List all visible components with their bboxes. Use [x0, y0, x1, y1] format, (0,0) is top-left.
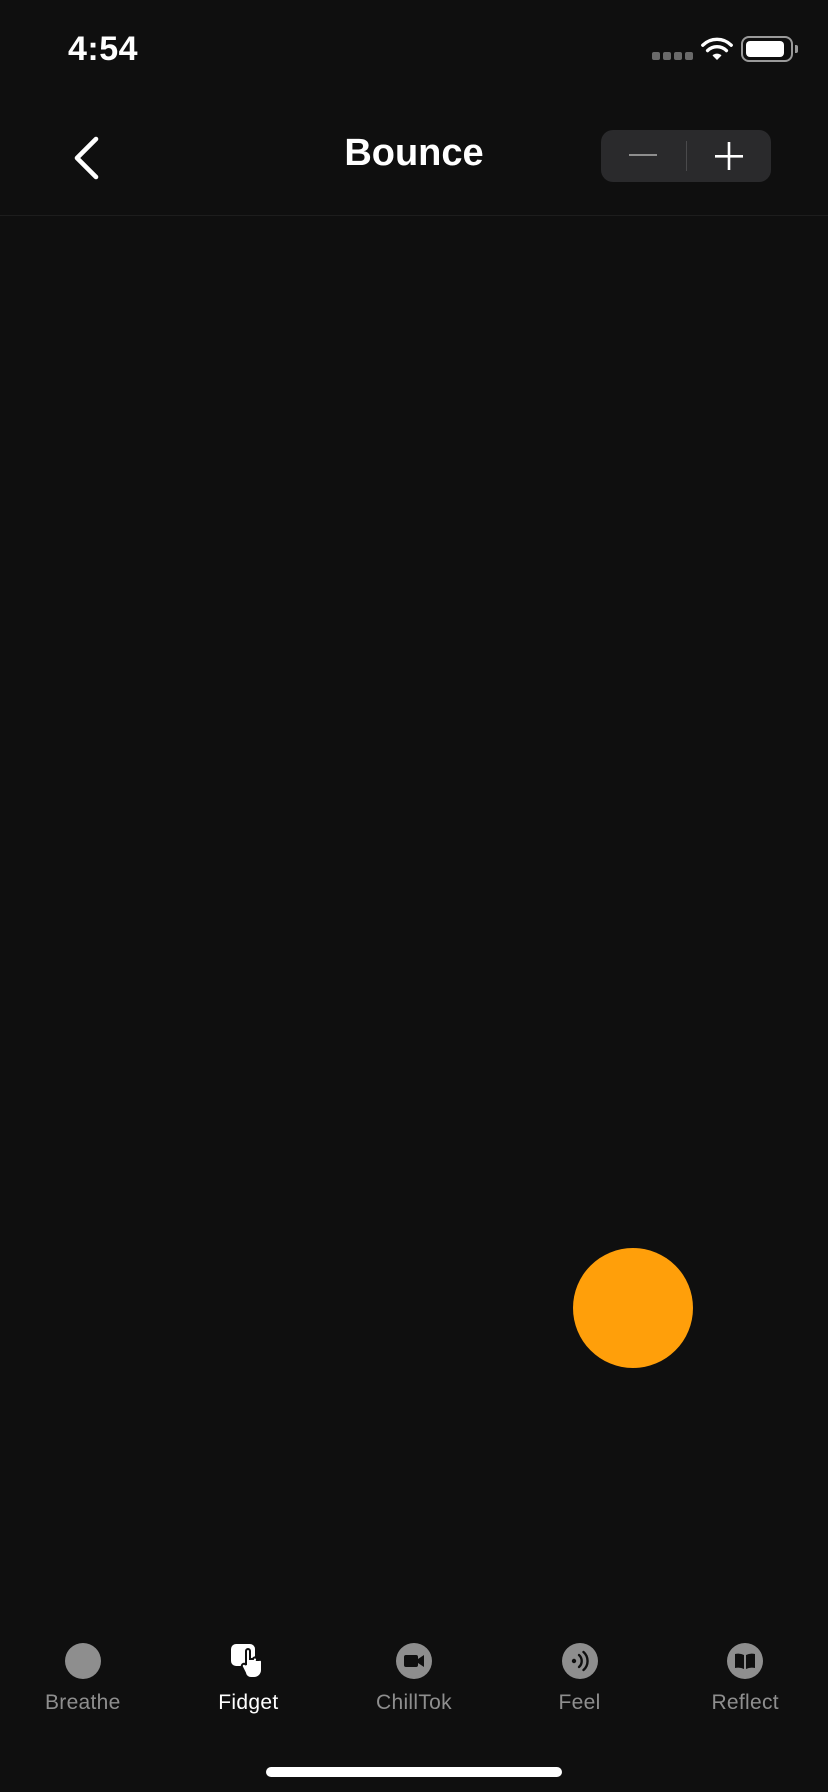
book-icon: [726, 1642, 764, 1680]
tab-breathe[interactable]: Breathe: [0, 1626, 166, 1736]
plus-icon: [714, 142, 743, 170]
tab-chilltok[interactable]: ChillTok: [331, 1626, 497, 1736]
minus-icon: [629, 154, 658, 156]
tab-label: ChillTok: [376, 1691, 452, 1714]
tab-label: Breathe: [44, 1691, 121, 1714]
feel-waves-icon: [561, 1642, 599, 1680]
wifi-icon: [701, 37, 733, 60]
status-bar: 4:54: [0, 0, 828, 100]
tab-feel[interactable]: Feel: [497, 1626, 663, 1736]
bounce-ball[interactable]: [573, 1248, 693, 1368]
home-indicator: [266, 1767, 562, 1777]
battery-icon: [741, 36, 798, 62]
status-time: 4:54: [68, 30, 139, 68]
header: Bounce: [0, 100, 828, 216]
tab-label: Reflect: [711, 1691, 779, 1714]
video-camera-icon: [395, 1642, 433, 1680]
bounce-play-area[interactable]: [0, 216, 828, 1616]
breathe-circle-icon: [64, 1642, 102, 1680]
tab-bar: Breathe Fidget ChillTok Feel Reflect: [0, 1626, 828, 1736]
tab-reflect[interactable]: Reflect: [662, 1626, 828, 1736]
tab-label: Feel: [558, 1691, 601, 1714]
decrement-button[interactable]: [601, 130, 686, 182]
increment-button[interactable]: [687, 130, 772, 182]
cellular-signal-icon: [652, 52, 693, 60]
tab-label: Fidget: [218, 1691, 279, 1714]
fidget-hand-icon: [229, 1642, 267, 1680]
tab-fidget[interactable]: Fidget: [166, 1626, 332, 1736]
ball-count-stepper: [601, 130, 771, 182]
